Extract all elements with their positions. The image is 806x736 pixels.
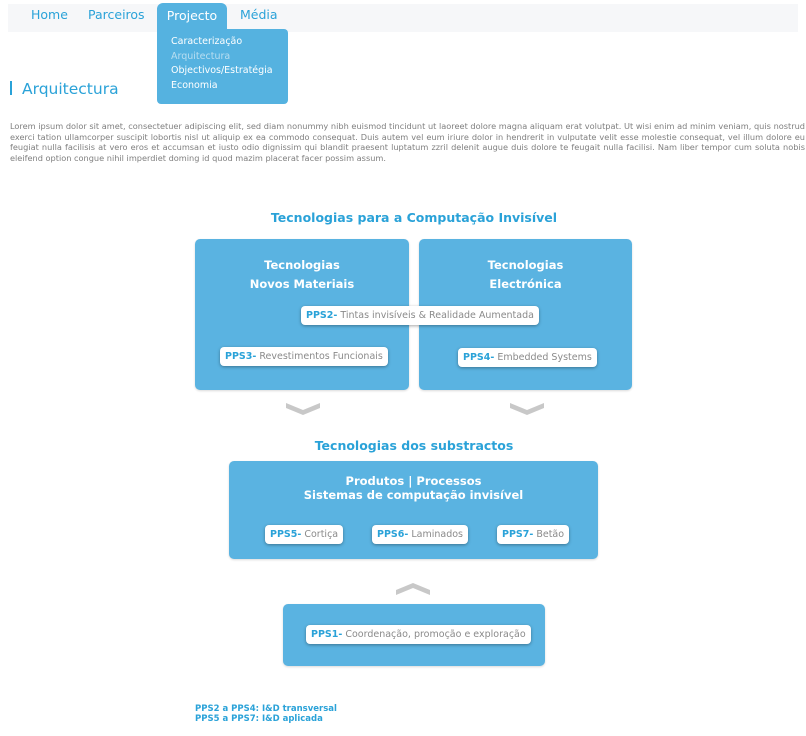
pps6-pill: PPS6- Laminados: [372, 525, 468, 544]
box-produtos-processos: Produtos | Processos Sistemas de computa…: [229, 461, 598, 559]
projecto-dropdown-menu: Caracterização Arquitectura Objectivos/E…: [157, 29, 288, 104]
box-novos-materiais-line1: Tecnologias: [264, 258, 340, 272]
chevron-down-icon: [510, 403, 544, 415]
pps3-code: PPS3-: [225, 351, 257, 362]
pps1-code: PPS1-: [311, 629, 343, 640]
legend-line-1: PPS2 a PPS4: I&D transversal: [195, 704, 337, 714]
pps2-code: PPS2-: [306, 310, 338, 321]
pps1-pill: PPS1- Coordenação, promoção e exploração: [306, 625, 531, 644]
dropdown-item-objectivos[interactable]: Objectivos/Estratégia: [171, 64, 288, 79]
diagram-heading-top: Tecnologias para a Computação Invisível: [270, 210, 558, 225]
dropdown-item-economia[interactable]: Economia: [171, 79, 288, 94]
chevron-up-icon: [396, 583, 430, 595]
pps1-text: Coordenação, promoção e exploração: [342, 629, 526, 640]
chevron-down-icon: [286, 403, 320, 415]
intro-paragraph: Lorem ipsum dolor sit amet, consectetuer…: [10, 121, 805, 164]
pps7-code: PPS7-: [502, 529, 534, 540]
nav-media-link[interactable]: Média: [240, 4, 278, 28]
dropdown-item-arquitectura[interactable]: Arquitectura: [171, 50, 288, 65]
pps3-pill: PPS3- Revestimentos Funcionais: [220, 347, 388, 366]
diagram-legend: PPS2 a PPS4: I&D transversal PPS5 a PPS7…: [195, 704, 337, 724]
box-novos-materiais-line2: Novos Materiais: [249, 277, 355, 291]
nav-home-link[interactable]: Home: [31, 4, 68, 28]
nav-projecto-link[interactable]: Projecto: [157, 3, 227, 29]
box-produtos-line2: Sistemas de computação invisível: [303, 488, 524, 502]
pps6-text: Laminados: [408, 529, 463, 540]
pps5-code: PPS5-: [270, 529, 302, 540]
box-electronica-line2: Electrónica: [489, 277, 562, 291]
pps4-text: Embedded Systems: [494, 352, 592, 363]
pps2-text: Tintas invisíveis & Realidade Aumentada: [337, 310, 534, 321]
pps5-text: Cortiça: [301, 529, 339, 540]
pps4-pill: PPS4- Embedded Systems: [458, 348, 597, 367]
pps6-code: PPS6-: [377, 529, 409, 540]
pps7-pill: PPS7- Betão: [497, 525, 570, 544]
title-accent-bar: [10, 81, 12, 95]
pps3-text: Revestimentos Funcionais: [256, 351, 383, 362]
page-title: Arquitectura: [10, 80, 119, 98]
page-title-text: Arquitectura: [22, 80, 119, 98]
pps7-text: Betão: [533, 529, 565, 540]
dropdown-item-caracterizacao[interactable]: Caracterização: [171, 35, 288, 50]
legend-line-2: PPS5 a PPS7: I&D aplicada: [195, 714, 323, 724]
pps5-pill: PPS5- Cortiça: [265, 525, 344, 544]
pps4-code: PPS4-: [463, 352, 495, 363]
pps2-pill: PPS2- Tintas invisíveis & Realidade Aume…: [301, 306, 539, 325]
box-electronica-line1: Tecnologias: [487, 258, 564, 272]
nav-parceiros-link[interactable]: Parceiros: [88, 4, 145, 28]
diagram-heading-bottom: Tecnologias dos substractos: [314, 438, 514, 453]
